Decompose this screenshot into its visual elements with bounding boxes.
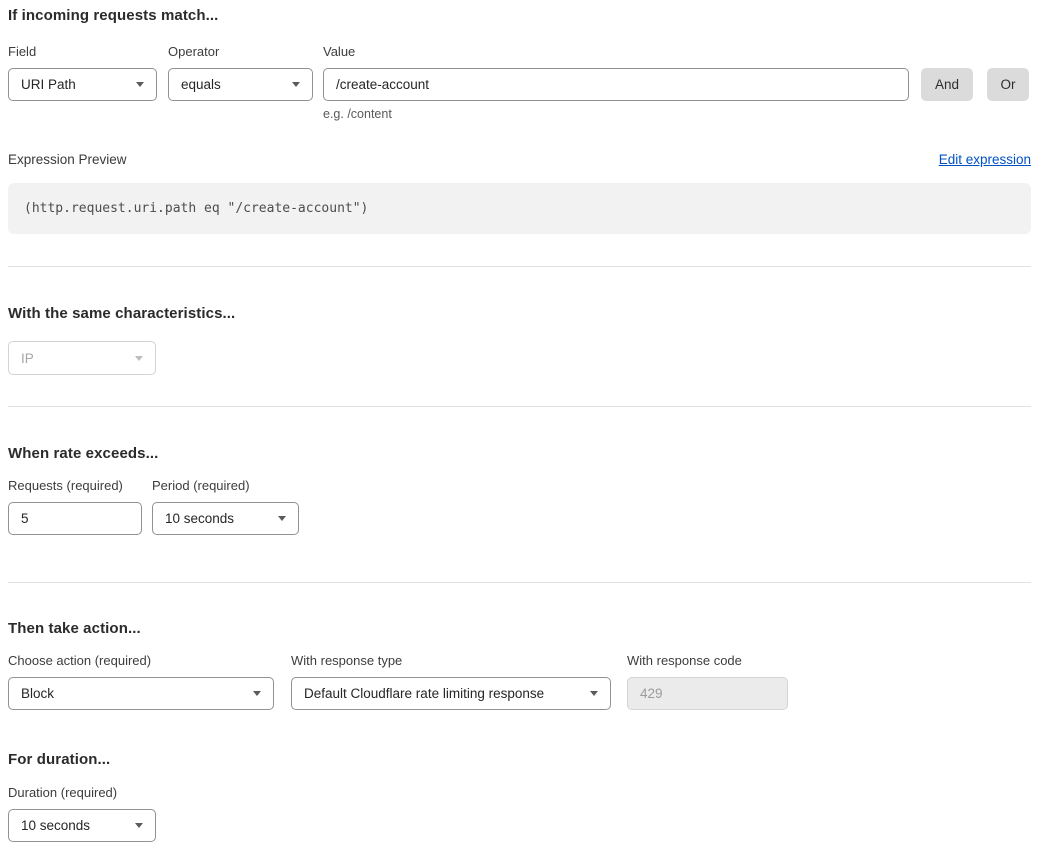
duration-select-value: 10 seconds	[21, 818, 90, 833]
conjunction-buttons: And Or	[921, 44, 1029, 101]
section-divider	[8, 406, 1031, 407]
characteristic-select: IP	[8, 341, 156, 375]
requests-input[interactable]	[8, 502, 142, 535]
field-group: Field URI Path	[8, 44, 157, 101]
operator-select-value: equals	[181, 77, 221, 92]
field-select[interactable]: URI Path	[8, 68, 157, 101]
characteristic-select-value: IP	[21, 351, 34, 366]
or-button[interactable]: Or	[987, 68, 1029, 101]
chevron-down-icon	[135, 356, 143, 361]
expression-preview-code: (http.request.uri.path eq "/create-accou…	[8, 183, 1031, 234]
choose-action-label: Choose action (required)	[8, 653, 274, 668]
operator-select[interactable]: equals	[168, 68, 313, 101]
requests-label: Requests (required)	[8, 478, 142, 493]
period-group: Period (required) 10 seconds	[152, 478, 299, 535]
chevron-down-icon	[292, 82, 300, 87]
rate-limiting-rule-form: If incoming requests match... Field URI …	[0, 0, 1040, 850]
duration-select[interactable]: 10 seconds	[8, 809, 156, 842]
field-select-value: URI Path	[21, 77, 76, 92]
section-title-incoming-requests: If incoming requests match...	[8, 8, 1031, 23]
expression-preview-header: Expression Preview Edit expression	[8, 152, 1031, 168]
chevron-down-icon	[278, 516, 286, 521]
section-title-action: Then take action...	[8, 621, 1031, 636]
response-type-select-value: Default Cloudflare rate limiting respons…	[304, 686, 544, 701]
period-label: Period (required)	[152, 478, 299, 493]
response-code-label: With response code	[627, 653, 788, 668]
duration-label: Duration (required)	[8, 785, 1031, 800]
value-group: Value e.g. /content	[323, 44, 909, 121]
period-select[interactable]: 10 seconds	[152, 502, 299, 535]
value-hint: e.g. /content	[323, 108, 909, 121]
action-controls-row: Choose action (required) Block With resp…	[8, 653, 1031, 710]
period-select-value: 10 seconds	[165, 511, 234, 526]
expression-text: (http.request.uri.path eq "/create-accou…	[24, 201, 368, 216]
section-divider	[8, 266, 1031, 267]
value-label: Value	[323, 44, 909, 59]
value-input[interactable]	[323, 68, 909, 101]
response-type-select[interactable]: Default Cloudflare rate limiting respons…	[291, 677, 611, 710]
operator-group: Operator equals	[168, 44, 313, 101]
section-action: Then take action... Choose action (requi…	[8, 621, 1031, 710]
section-incoming-requests: If incoming requests match... Field URI …	[8, 8, 1031, 234]
chevron-down-icon	[136, 82, 144, 87]
chevron-down-icon	[135, 823, 143, 828]
match-controls-row: Field URI Path Operator equals Value e.g…	[8, 44, 1031, 121]
field-label: Field	[8, 44, 157, 59]
chevron-down-icon	[253, 691, 261, 696]
choose-action-select-value: Block	[21, 686, 54, 701]
section-characteristics: With the same characteristics... IP	[8, 306, 1031, 375]
section-title-duration: For duration...	[8, 752, 1031, 767]
requests-group: Requests (required)	[8, 478, 142, 535]
choose-action-select[interactable]: Block	[8, 677, 274, 710]
section-divider	[8, 582, 1031, 583]
section-duration: For duration... Duration (required) 10 s…	[8, 752, 1031, 842]
chevron-down-icon	[590, 691, 598, 696]
response-code-input	[627, 677, 788, 710]
and-button[interactable]: And	[921, 68, 973, 101]
response-code-group: With response code	[627, 653, 788, 710]
rate-controls-row: Requests (required) Period (required) 10…	[8, 478, 1031, 535]
response-type-label: With response type	[291, 653, 611, 668]
expression-preview-label: Expression Preview	[8, 152, 127, 168]
section-rate: When rate exceeds... Requests (required)…	[8, 446, 1031, 535]
choose-action-group: Choose action (required) Block	[8, 653, 274, 710]
edit-expression-link[interactable]: Edit expression	[939, 152, 1031, 168]
section-title-characteristics: With the same characteristics...	[8, 306, 1031, 321]
operator-label: Operator	[168, 44, 313, 59]
section-title-rate: When rate exceeds...	[8, 446, 1031, 461]
response-type-group: With response type Default Cloudflare ra…	[291, 653, 611, 710]
